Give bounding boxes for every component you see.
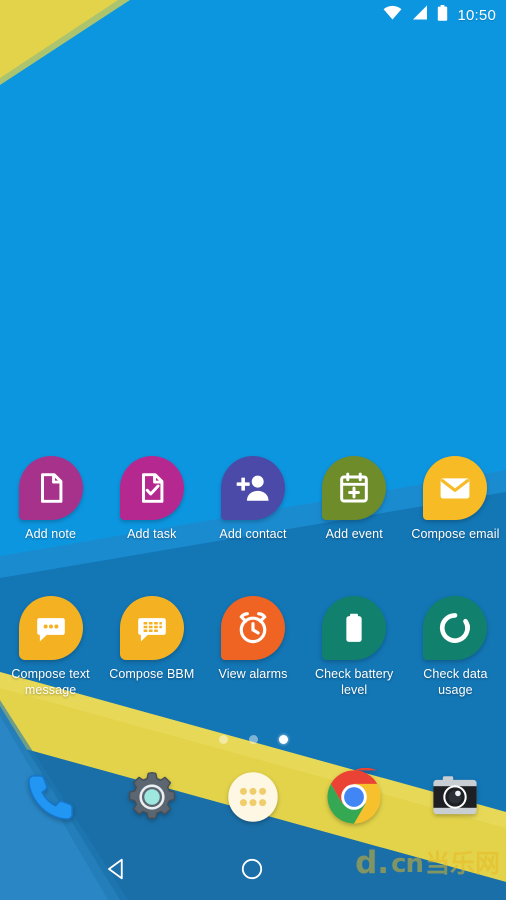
home-item-compose-bbm[interactable]: Compose BBM [101,596,202,698]
watermark-cn: cn [391,848,424,879]
home-item-add-contact[interactable]: Add contact [202,456,303,543]
status-bar: 10:50 [0,0,506,30]
chrome-icon [327,768,381,824]
home-item-label: Add event [325,527,383,541]
home-item-add-event[interactable]: Add event [304,456,405,543]
dock-item-camera[interactable] [424,766,486,828]
dock-item-settings[interactable] [121,766,183,828]
note-document-icon[interactable] [18,456,83,520]
home-item-label: Check data usage [423,667,488,697]
wifi-icon [383,5,402,25]
page-dot-3-active[interactable] [278,735,288,744]
envelope-icon[interactable] [423,456,488,520]
dock-item-chrome[interactable] [323,766,385,828]
dock-item-phone[interactable] [20,766,82,828]
home-icon-row-1: Add note Add task Add contact Add event … [0,456,506,543]
page-dot-1[interactable] [218,735,228,744]
dock [0,760,506,834]
page-dot-2[interactable] [248,735,258,744]
home-item-add-task[interactable]: Add task [101,456,202,543]
alarm-clock-icon[interactable] [220,596,285,660]
home-item-check-data-usage[interactable]: Check data usage [405,596,506,698]
data-usage-donut-icon[interactable] [423,596,488,660]
phone-icon [27,775,73,820]
home-item-compose-text-message[interactable]: Compose text message [0,596,101,698]
battery-icon [437,4,448,26]
settings-gear-icon [128,772,175,819]
status-bar-clock: 10:50 [457,6,496,24]
watermark-d: d. [355,845,390,881]
cellular-signal-icon [411,5,428,25]
home-item-label: Compose email [411,527,500,541]
calendar-plus-icon[interactable] [322,456,387,520]
bbm-chat-bubble-icon[interactable] [119,596,184,660]
home-item-label: View alarms [218,667,288,681]
navigation-bar: d. cn 当乐网 [0,838,506,900]
home-item-label: Compose text message [11,667,90,697]
home-item-add-note[interactable]: Add note [0,456,101,543]
home-item-check-battery-level[interactable]: Check battery level [304,596,405,698]
app-drawer-icon [228,772,278,822]
watermark-hanzi: 当乐网 [424,849,500,878]
home-item-label: Add note [25,527,77,541]
battery-full-icon[interactable] [322,596,387,660]
page-indicator [0,735,506,744]
site-watermark: d. cn 当乐网 [355,848,500,879]
home-item-label: Add contact [219,527,287,541]
back-triangle-icon[interactable] [104,856,130,887]
home-item-view-alarms[interactable]: View alarms [202,596,303,698]
home-item-compose-email[interactable]: Compose email [405,456,506,543]
home-icon-row-2: Compose text message Compose BBM View al… [0,596,506,698]
home-item-label: Check battery level [314,667,394,697]
task-checkmark-icon[interactable] [119,456,184,520]
home-circle-icon[interactable] [239,856,265,887]
camera-icon [433,776,477,815]
chat-bubble-dots-icon[interactable] [18,596,83,660]
home-item-label: Add task [127,527,177,541]
home-item-label: Compose BBM [109,667,195,681]
dock-item-app-drawer[interactable] [222,766,284,828]
add-person-icon[interactable] [220,456,285,520]
